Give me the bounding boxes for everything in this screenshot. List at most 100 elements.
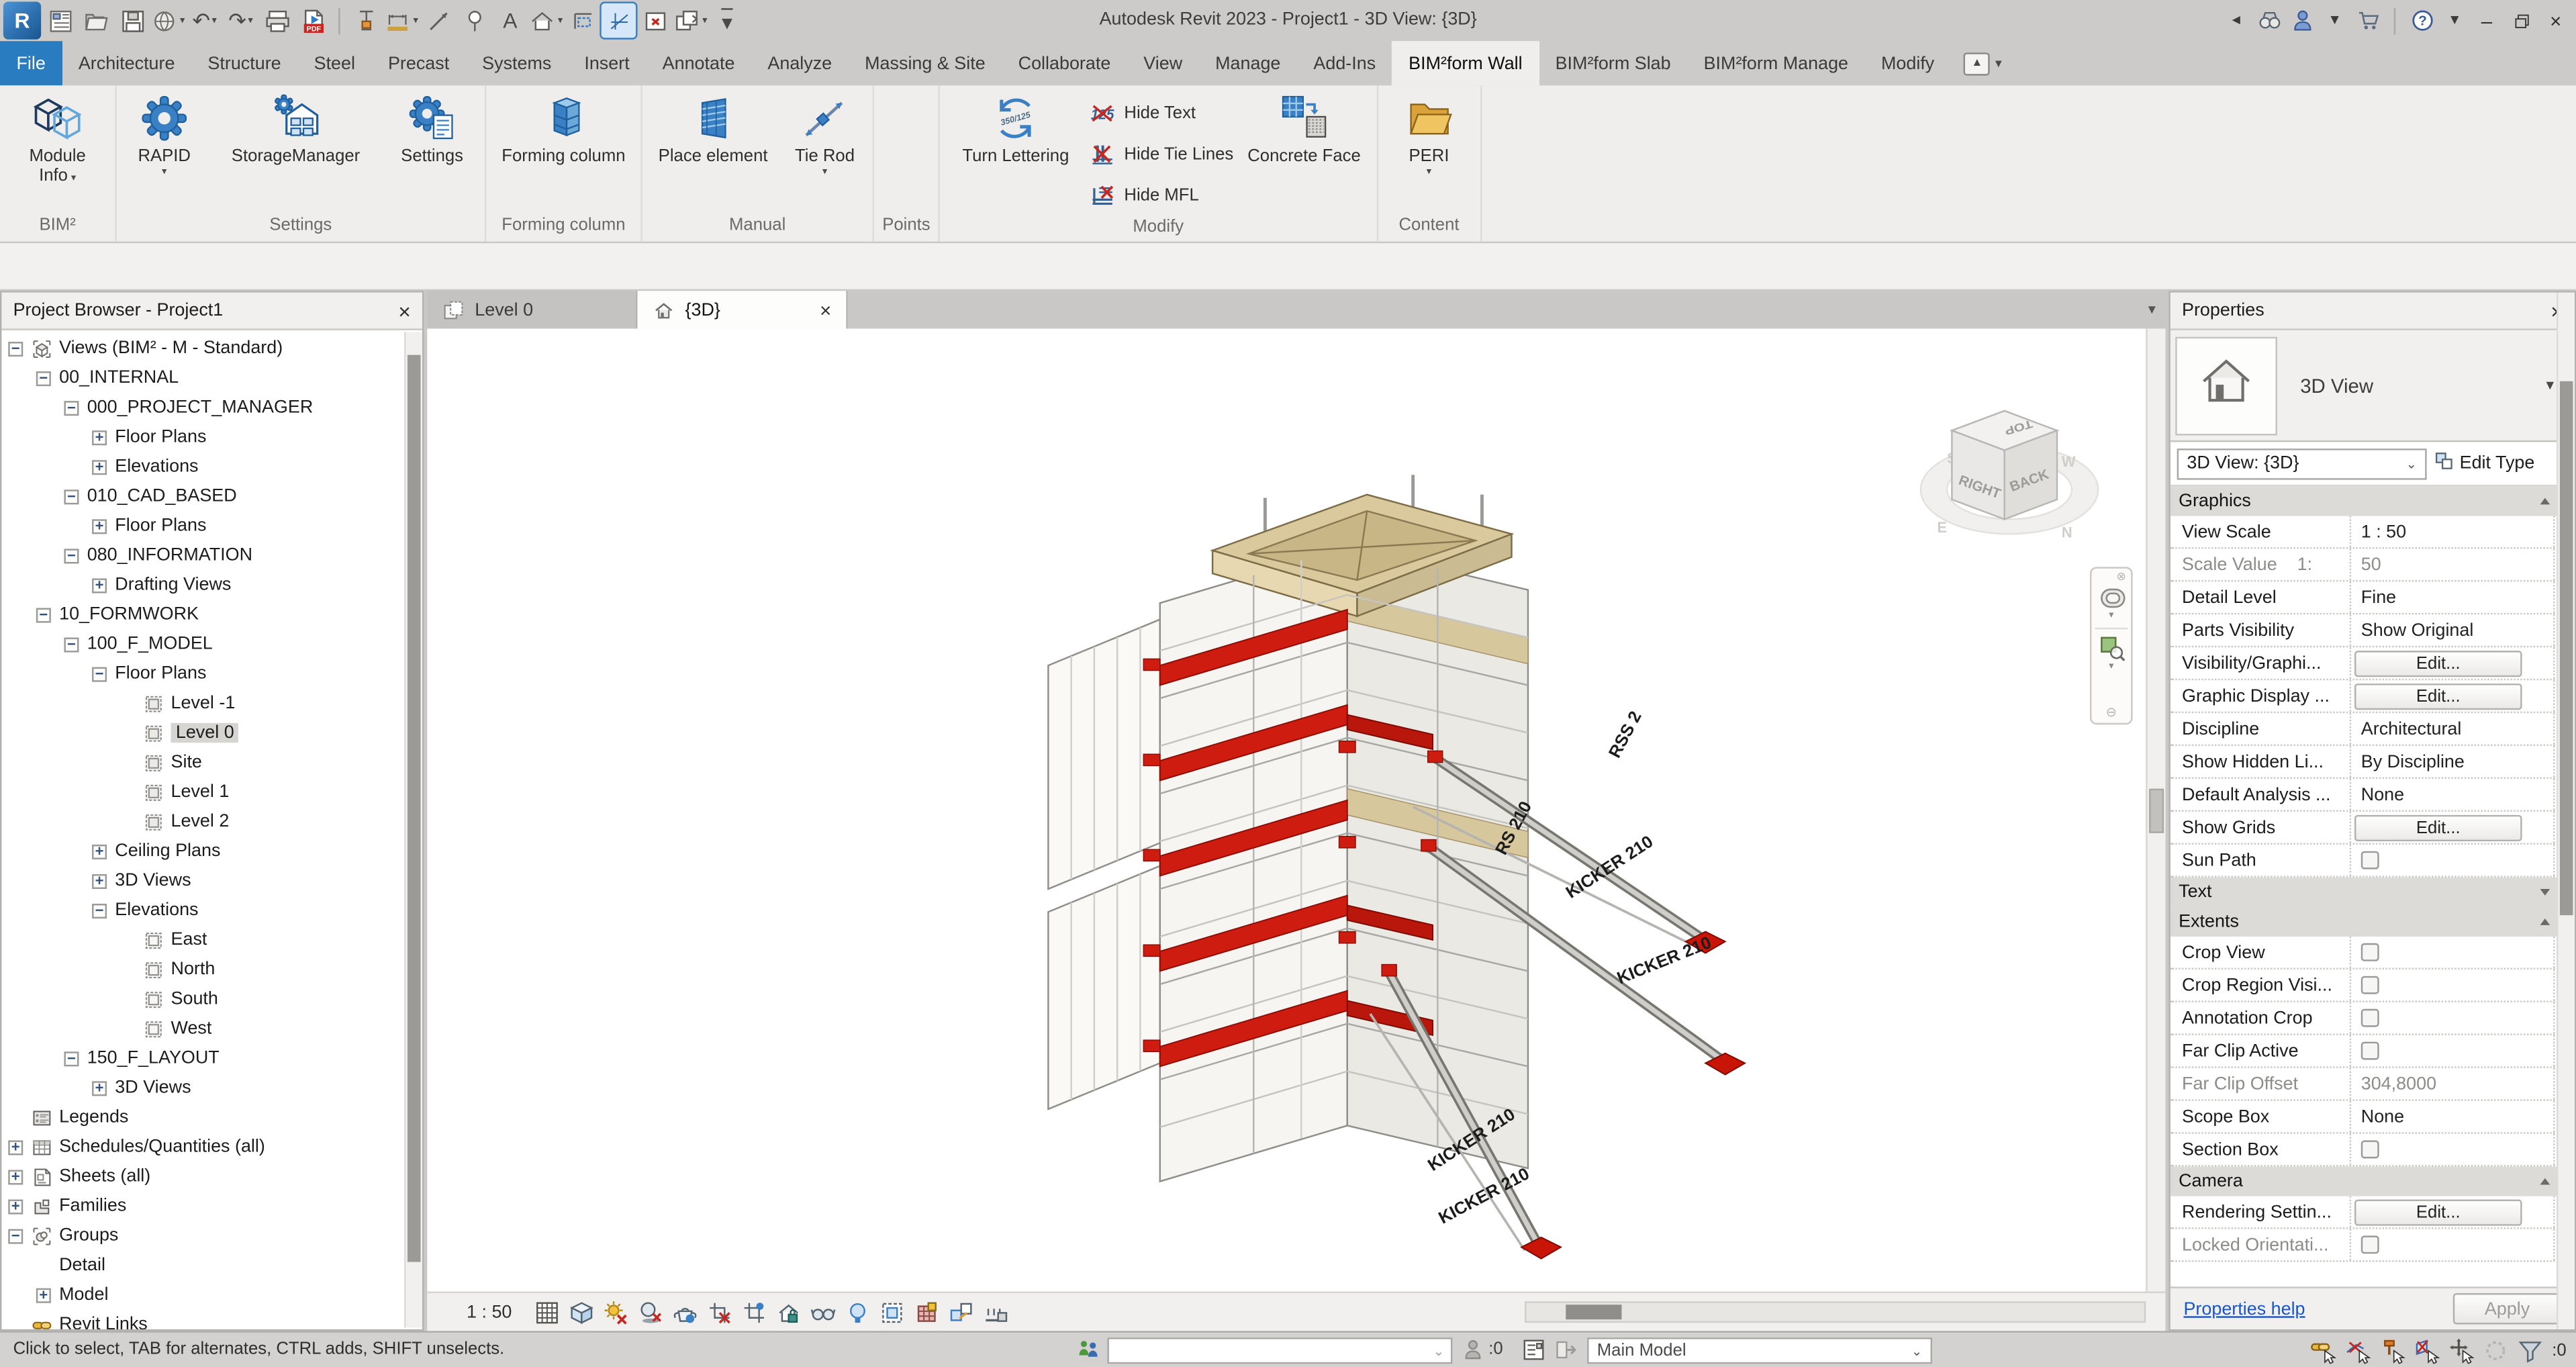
sun-path-checkbox[interactable]: [2361, 851, 2379, 869]
tag-by-category-icon[interactable]: [457, 3, 491, 38]
view-tab-level-0[interactable]: Level 0: [427, 291, 637, 328]
chevron-down-icon[interactable]: ▾: [2109, 611, 2113, 622]
property-value-text[interactable]: Show Original: [2354, 620, 2473, 640]
design-option-selector[interactable]: Main Model ⌄: [1587, 1337, 1932, 1364]
tree-expander[interactable]: −: [64, 400, 79, 415]
annotation-crop-checkbox[interactable]: [2361, 1009, 2379, 1027]
forming-column-button[interactable]: Forming column: [491, 87, 636, 166]
properties-help-link[interactable]: Properties help: [2183, 1299, 2305, 1319]
analytical-model-icon[interactable]: [913, 1299, 939, 1325]
tree-item-elevations[interactable]: +Elevations: [1, 452, 422, 481]
view-cube[interactable]: S W E N TOP RIGHT BACK: [1903, 391, 2119, 575]
tie-rod-button[interactable]: Tie Rod▾: [782, 87, 867, 181]
shadows-icon[interactable]: [636, 1299, 663, 1325]
drawing-area[interactable]: RSS 2RS 210KICKER 210KICKER 210KICKER 21…: [427, 328, 2165, 1331]
settings-button[interactable]: Settings: [385, 87, 480, 166]
locked-orientati-checkbox[interactable]: [2361, 1235, 2379, 1254]
tree-expander[interactable]: +: [92, 577, 107, 592]
sign-in-dropdown-icon[interactable]: ▾: [2322, 3, 2348, 38]
tree-item-10-formwork[interactable]: −10_FORMWORK: [1, 600, 422, 629]
tab-bim-form-wall[interactable]: BIM²form Wall: [1392, 41, 1539, 85]
tree-item-families[interactable]: +Families: [1, 1191, 422, 1221]
chevron-down-icon[interactable]: [2540, 889, 2550, 896]
hide-mfl-button[interactable]: Hide MFL: [1090, 176, 1233, 214]
filter-icon[interactable]: [2518, 1337, 2544, 1364]
tree-item-level-1[interactable]: Level -1: [1, 688, 422, 718]
tab-architecture[interactable]: Architecture: [62, 41, 191, 85]
show-grids-edit-button[interactable]: Edit...: [2354, 814, 2522, 841]
scrollbar-thumb[interactable]: [2149, 789, 2164, 833]
chevron-down-icon[interactable]: ▼: [2544, 378, 2557, 393]
view-scale-button[interactable]: 1 : 50: [467, 1302, 512, 1321]
tab-analyze[interactable]: Analyze: [751, 41, 849, 85]
visibility-graphi-edit-button[interactable]: Edit...: [2354, 650, 2522, 676]
print-icon[interactable]: [260, 3, 294, 38]
module-info-button[interactable]: ModuleInfo▾: [5, 87, 110, 189]
tree-item-floor-plans[interactable]: +Floor Plans: [1, 422, 422, 452]
file-properties-icon[interactable]: [43, 3, 77, 38]
tab-modify[interactable]: Modify: [1864, 41, 1950, 85]
chevron-up-icon[interactable]: [2540, 498, 2550, 505]
chevron-up-icon[interactable]: [2540, 918, 2550, 925]
workset-selector[interactable]: ⌄: [1107, 1337, 1452, 1364]
displacement-sets-icon[interactable]: [947, 1299, 973, 1325]
exclude-options-icon[interactable]: [1553, 1337, 1578, 1362]
rendering-settin-edit-button[interactable]: Edit...: [2354, 1198, 2522, 1225]
app-button-revit[interactable]: R: [3, 1, 41, 39]
graphic-display-edit-button[interactable]: Edit...: [2354, 683, 2522, 709]
close-button[interactable]: ×: [2538, 3, 2573, 38]
tree-expander[interactable]: +: [92, 518, 107, 533]
sync-with-central-icon[interactable]: ▾: [151, 3, 185, 38]
canvas-horizontal-scrollbar[interactable]: [1525, 1301, 2146, 1323]
hide-text-button[interactable]: 125Hide Text: [1090, 93, 1233, 131]
visual-style-icon[interactable]: [568, 1299, 594, 1325]
chevron-up-icon[interactable]: [2540, 1178, 2550, 1185]
tree-item-groups[interactable]: −Groups: [1, 1221, 422, 1250]
tree-item-views-bim-m-standard[interactable]: −Views (BIM² - M - Standard): [1, 334, 422, 363]
tree-item-ceiling-plans[interactable]: +Ceiling Plans: [1, 837, 422, 866]
edit-type-button[interactable]: Edit Type: [2435, 452, 2534, 475]
canvas-vertical-scrollbar[interactable]: [2146, 328, 2165, 1291]
tree-expander[interactable]: +: [8, 1169, 23, 1184]
tab-systems[interactable]: Systems: [466, 41, 568, 85]
scrollbar-thumb[interactable]: [1566, 1305, 1621, 1319]
restore-button[interactable]: [2504, 3, 2538, 38]
tree-item-legends[interactable]: Legends: [1, 1102, 422, 1132]
tree-expander[interactable]: −: [36, 607, 51, 622]
select-by-face-icon[interactable]: [2414, 1337, 2440, 1364]
tab-view[interactable]: View: [1127, 41, 1199, 85]
tree-expander[interactable]: +: [8, 1198, 23, 1213]
ribbon-display-toggle[interactable]: ▲▾: [1964, 41, 2001, 85]
apply-button[interactable]: Apply: [2453, 1293, 2562, 1324]
detail-level-icon[interactable]: [533, 1299, 559, 1325]
crop-view-checkbox[interactable]: [2361, 943, 2379, 961]
tree-expander[interactable]: −: [8, 1228, 23, 1243]
tree-expander[interactable]: +: [92, 459, 107, 474]
tree-item-level-0[interactable]: Level 0: [1, 718, 422, 747]
tree-item-east[interactable]: East: [1, 925, 422, 955]
steering-wheel-icon[interactable]: [2096, 583, 2127, 612]
far-clip-active-checkbox[interactable]: [2361, 1042, 2379, 1060]
concrete-face-button[interactable]: Concrete Face: [1237, 87, 1372, 166]
crop-region-icon[interactable]: [741, 1299, 767, 1325]
tree-item-elevations[interactable]: −Elevations: [1, 896, 422, 925]
tree-item-100-f-model[interactable]: −100_F_MODEL: [1, 629, 422, 659]
tab-annotate[interactable]: Annotate: [646, 41, 751, 85]
rapid-button[interactable]: RAPID▾: [122, 87, 207, 181]
tree-item-00-internal[interactable]: −00_INTERNAL: [1, 363, 422, 393]
tree-item-south[interactable]: South: [1, 984, 422, 1014]
tree-item-detail[interactable]: Detail: [1, 1250, 422, 1280]
property-value-text[interactable]: Fine: [2354, 587, 2396, 607]
property-section-extents[interactable]: Extents: [2170, 907, 2575, 937]
tree-expander[interactable]: +: [92, 874, 107, 888]
export-pdf-icon[interactable]: PDF: [296, 3, 330, 38]
peri-button[interactable]: PERI▾: [1383, 87, 1475, 181]
tree-item-sheets-all[interactable]: +Sheets (all): [1, 1162, 422, 1191]
aligned-dimension-icon[interactable]: ▾: [385, 3, 419, 38]
scrollbar-thumb[interactable]: [2560, 381, 2573, 915]
tree-item-floor-plans[interactable]: +Floor Plans: [1, 511, 422, 540]
property-value-text[interactable]: Architectural: [2354, 719, 2461, 739]
tab-file[interactable]: File: [0, 41, 62, 85]
tree-item-revit-links[interactable]: Revit Links: [1, 1309, 422, 1329]
tree-expander[interactable]: +: [92, 430, 107, 444]
